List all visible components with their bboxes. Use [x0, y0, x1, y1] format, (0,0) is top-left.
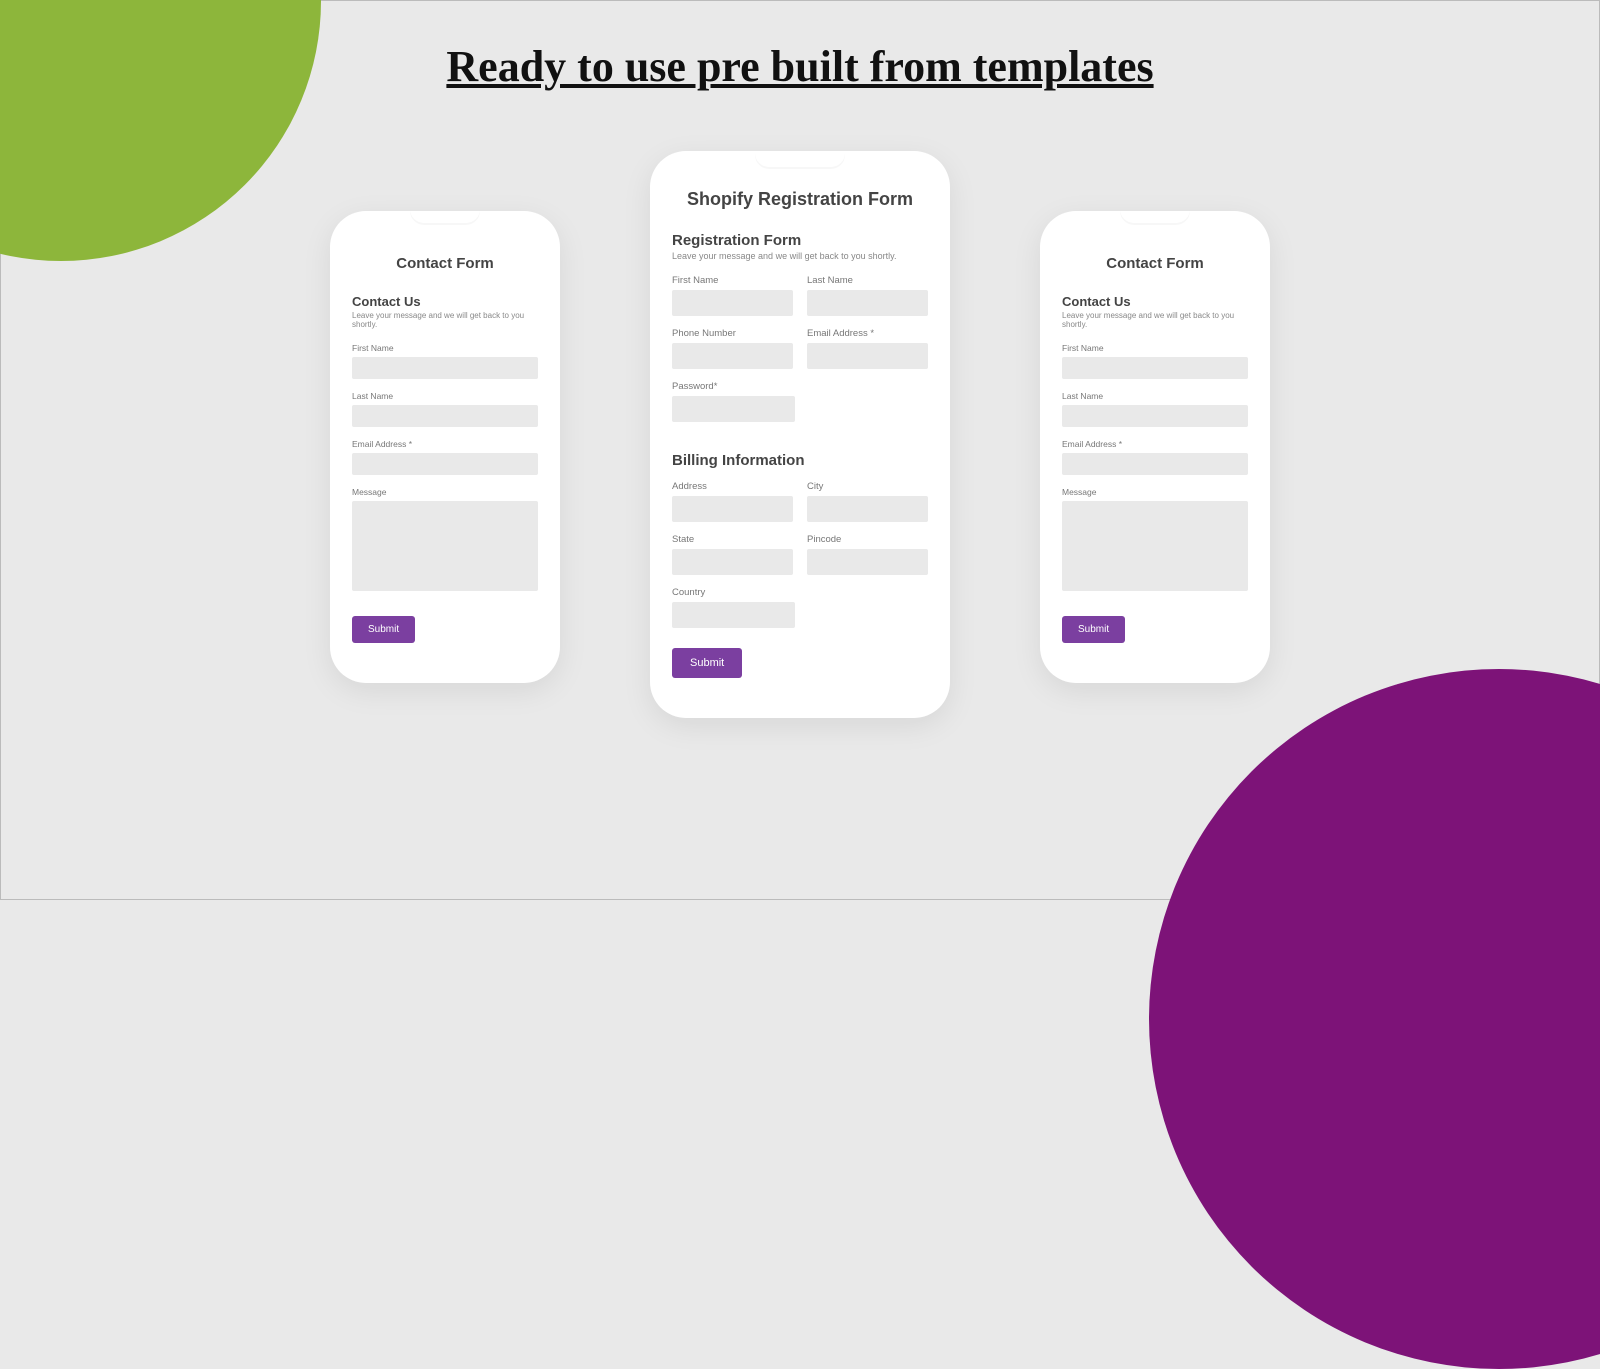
email-input[interactable] — [1062, 453, 1248, 475]
pincode-input[interactable] — [807, 549, 928, 575]
submit-button[interactable]: Submit — [352, 616, 415, 643]
label-phone: Phone Number — [672, 328, 793, 339]
template-cards-row: Contact Form Contact Us Leave your messa… — [1, 151, 1599, 718]
email-input[interactable] — [352, 453, 538, 475]
label-first-name: First Name — [1062, 343, 1248, 353]
label-password: Password* — [672, 381, 795, 392]
section-heading: Contact Us — [352, 294, 538, 309]
form-title: Contact Form — [1062, 255, 1248, 272]
message-input[interactable] — [352, 501, 538, 591]
page-title: Ready to use pre built from templates — [1, 41, 1599, 92]
last-name-input[interactable] — [352, 405, 538, 427]
label-last-name: Last Name — [352, 391, 538, 401]
city-input[interactable] — [807, 496, 928, 522]
form-title: Contact Form — [352, 255, 538, 272]
label-first-name: First Name — [672, 275, 793, 286]
label-email: Email Address * — [1062, 439, 1248, 449]
section-heading-billing: Billing Information — [672, 452, 928, 469]
section-subtext: Leave your message and we will get back … — [352, 311, 538, 329]
label-pincode: Pincode — [807, 534, 928, 545]
section-subtext: Leave your message and we will get back … — [672, 251, 928, 261]
address-input[interactable] — [672, 496, 793, 522]
submit-button[interactable]: Submit — [1062, 616, 1125, 643]
section-heading: Contact Us — [1062, 294, 1248, 309]
label-first-name: First Name — [352, 343, 538, 353]
section-heading-registration: Registration Form — [672, 232, 928, 249]
template-card-contact-right: Contact Form Contact Us Leave your messa… — [1040, 211, 1270, 683]
decorative-blob-purple — [1149, 669, 1600, 1369]
label-city: City — [807, 481, 928, 492]
first-name-input[interactable] — [672, 290, 793, 316]
email-input[interactable] — [807, 343, 928, 369]
phone-input[interactable] — [672, 343, 793, 369]
password-input[interactable] — [672, 396, 795, 422]
section-subtext: Leave your message and we will get back … — [1062, 311, 1248, 329]
label-last-name: Last Name — [807, 275, 928, 286]
label-state: State — [672, 534, 793, 545]
last-name-input[interactable] — [807, 290, 928, 316]
last-name-input[interactable] — [1062, 405, 1248, 427]
label-email: Email Address * — [352, 439, 538, 449]
template-card-contact-left: Contact Form Contact Us Leave your messa… — [330, 211, 560, 683]
phone-notch — [755, 151, 845, 169]
label-country: Country — [672, 587, 795, 598]
country-input[interactable] — [672, 602, 795, 628]
label-email: Email Address * — [807, 328, 928, 339]
template-card-shopify-registration: Shopify Registration Form Registration F… — [650, 151, 950, 718]
phone-notch — [410, 211, 480, 225]
label-address: Address — [672, 481, 793, 492]
label-message: Message — [352, 487, 538, 497]
phone-notch — [1120, 211, 1190, 225]
state-input[interactable] — [672, 549, 793, 575]
label-message: Message — [1062, 487, 1248, 497]
message-input[interactable] — [1062, 501, 1248, 591]
first-name-input[interactable] — [1062, 357, 1248, 379]
submit-button[interactable]: Submit — [672, 648, 742, 678]
first-name-input[interactable] — [352, 357, 538, 379]
label-last-name: Last Name — [1062, 391, 1248, 401]
form-title: Shopify Registration Form — [672, 189, 928, 210]
